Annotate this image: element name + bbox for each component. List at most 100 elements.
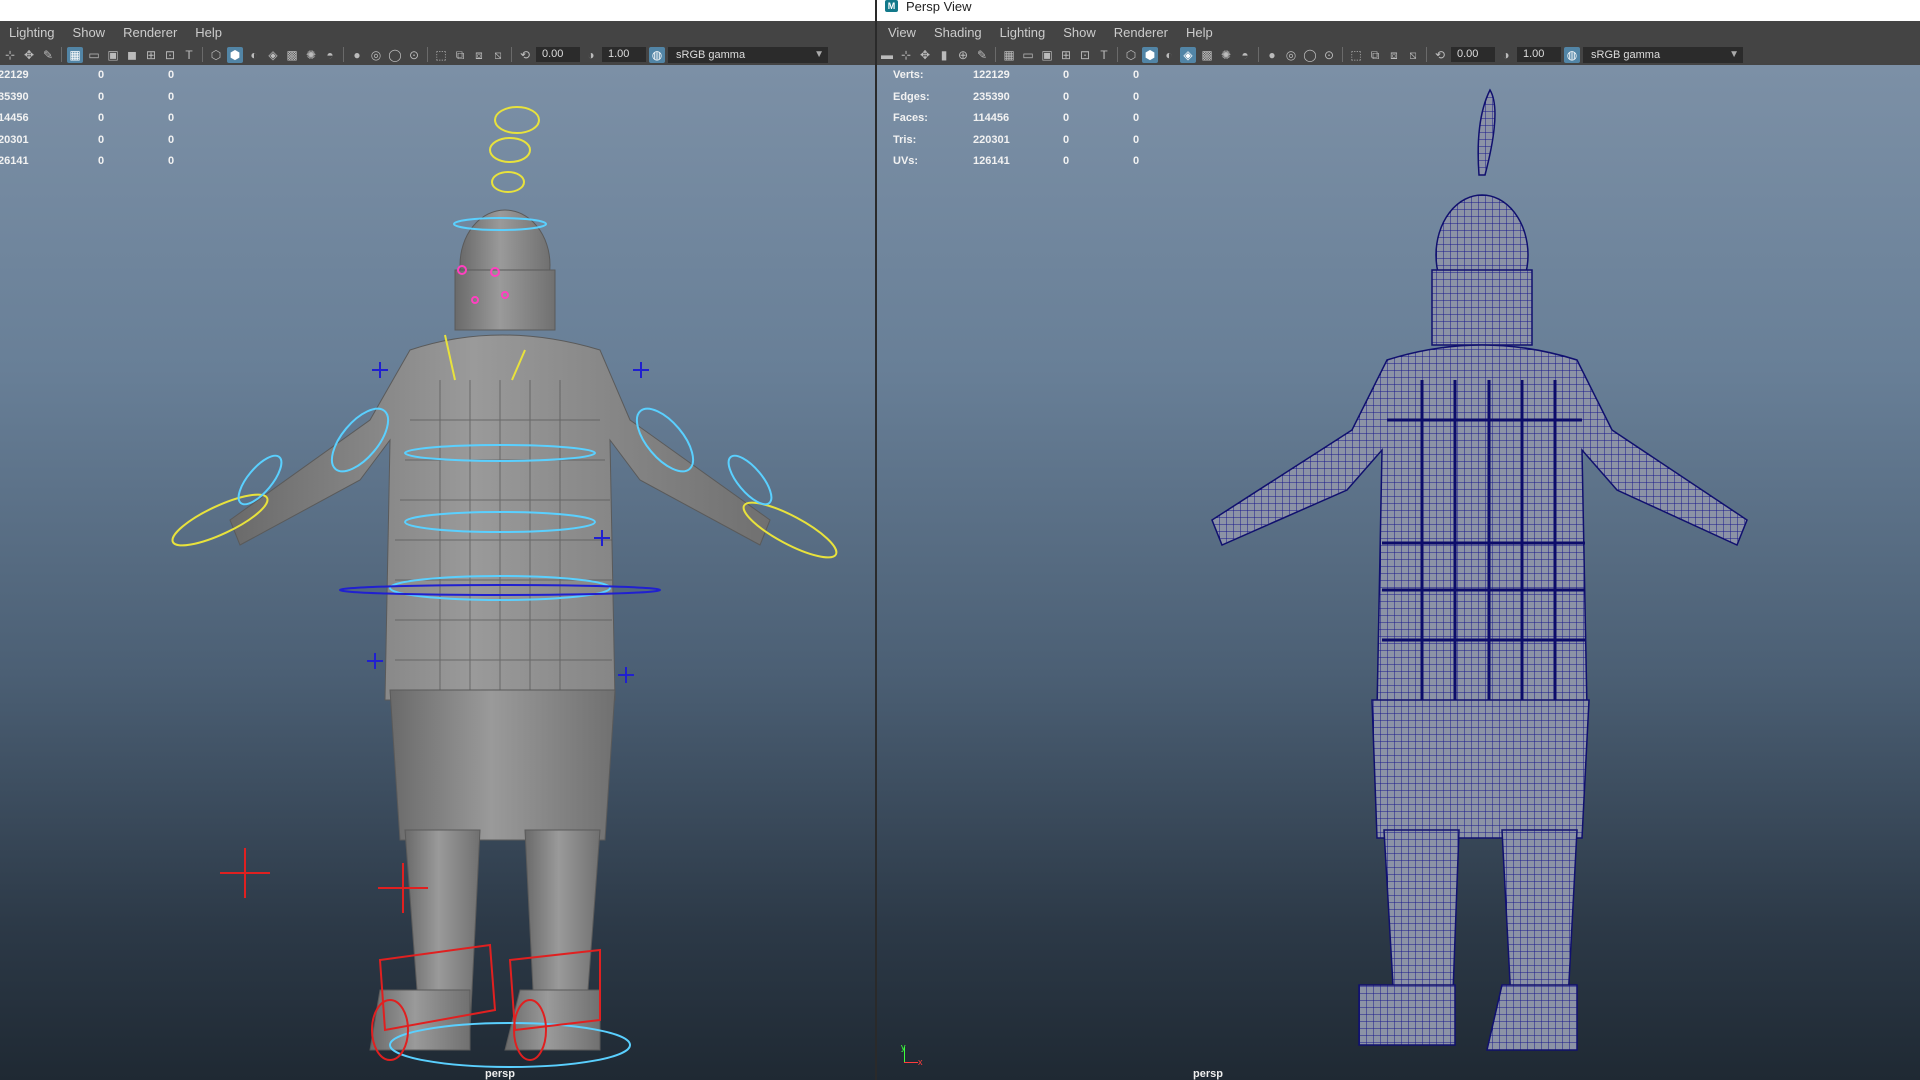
exposure-icon: ⟲ xyxy=(519,47,531,62)
color-management-dropdown[interactable]: sRGB gamma ▼ xyxy=(668,46,828,63)
right-camera-label: persp xyxy=(1193,1068,1223,1080)
right-panel-titlebar: M Persp View xyxy=(877,0,1920,21)
motion-blur-icon[interactable]: ◎ xyxy=(368,47,384,63)
wireframe-on-shaded-icon[interactable]: ◈ xyxy=(1180,46,1196,63)
field-chart-icon[interactable]: ⊞ xyxy=(1058,47,1074,63)
xray-icon[interactable]: ⧉ xyxy=(1367,47,1383,63)
smooth-shade-icon[interactable]: ⬢ xyxy=(227,46,243,63)
menu-help[interactable]: Help xyxy=(1177,25,1222,40)
chevron-down-icon: ▼ xyxy=(1729,48,1739,60)
safe-action-icon[interactable]: ⊡ xyxy=(1077,47,1093,63)
textured-icon[interactable]: ▩ xyxy=(1199,47,1215,63)
grid-icon[interactable]: ▦ xyxy=(67,46,83,63)
resolution-gate-icon[interactable]: ▣ xyxy=(105,47,121,63)
gamma-icon: ◑ xyxy=(1502,47,1510,62)
wireframe-icon[interactable]: ⬡ xyxy=(208,47,224,63)
gamma-icon: ◑ xyxy=(587,47,595,62)
antialias-icon[interactable]: ◯ xyxy=(387,47,403,63)
toolbar-divider xyxy=(343,47,344,62)
select-camera-icon[interactable]: ✥ xyxy=(917,47,933,63)
shadows-icon[interactable]: ◓ xyxy=(322,47,338,63)
wireframe-icon[interactable]: ⬡ xyxy=(1123,47,1139,63)
antialias-icon[interactable]: ◯ xyxy=(1302,47,1318,63)
select-camera-icon[interactable]: ✥ xyxy=(21,47,37,63)
left-viewport-panel[interactable]: Lighting Show Renderer Help ⊹ ✥ ✎ ▦ ▭ ▣ … xyxy=(0,0,875,1080)
rigged-soldier-model[interactable] xyxy=(0,65,875,1080)
camera-attributes-icon[interactable]: ▬ xyxy=(879,47,895,63)
xray-components-icon[interactable]: ⧅ xyxy=(490,47,506,63)
y-axis-label: y xyxy=(901,1042,906,1052)
exposure-field[interactable]: 0.00 xyxy=(536,47,580,62)
menu-lighting[interactable]: Lighting xyxy=(0,25,64,40)
smooth-shade-icon[interactable]: ⬢ xyxy=(1142,46,1158,63)
toolbar-divider xyxy=(1258,47,1259,62)
exposure-icon: ⟲ xyxy=(1434,47,1446,62)
brush-icon[interactable]: ✎ xyxy=(974,47,990,63)
safe-action-icon[interactable]: ⊡ xyxy=(162,47,178,63)
isolate-select-icon[interactable]: ⬚ xyxy=(433,47,449,63)
textured-icon[interactable]: ▩ xyxy=(284,47,300,63)
resolution-gate-icon[interactable]: ▣ xyxy=(1039,47,1055,63)
menu-lighting[interactable]: Lighting xyxy=(991,25,1055,40)
color-management-dropdown[interactable]: sRGB gamma ▼ xyxy=(1583,46,1743,63)
xray-components-icon[interactable]: ⧅ xyxy=(1405,47,1421,63)
toolbar-divider xyxy=(427,47,428,62)
film-gate-icon[interactable]: ▭ xyxy=(1020,47,1036,63)
ambient-occlusion-icon[interactable]: ● xyxy=(1264,47,1280,63)
shade-default-icon[interactable]: ◐ xyxy=(1161,47,1177,63)
ambient-occlusion-icon[interactable]: ● xyxy=(349,47,365,63)
xray-joints-icon[interactable]: ⧈ xyxy=(1386,47,1402,63)
xray-joints-icon[interactable]: ⧈ xyxy=(471,47,487,63)
menu-renderer[interactable]: Renderer xyxy=(1105,25,1177,40)
snapshot-icon[interactable]: ⊕ xyxy=(955,47,971,63)
menu-show[interactable]: Show xyxy=(64,25,115,40)
camera-icon[interactable]: ⊹ xyxy=(898,47,914,63)
grid-icon[interactable]: ▦ xyxy=(1001,47,1017,63)
xray-icon[interactable]: ⧉ xyxy=(452,47,468,63)
x-axis-line xyxy=(904,1062,918,1063)
bookmark-icon[interactable]: ▮ xyxy=(936,47,952,63)
menu-view[interactable]: View xyxy=(879,25,925,40)
right-viewport-panel[interactable]: M Persp View View Shading Lighting Show … xyxy=(877,0,1920,1080)
wireframe-soldier-model[interactable] xyxy=(877,65,1920,1080)
toolbar-divider xyxy=(1117,47,1118,62)
lights-icon[interactable]: ✺ xyxy=(303,47,319,63)
isolate-select-icon[interactable]: ⬚ xyxy=(1348,47,1364,63)
film-gate-icon[interactable]: ▭ xyxy=(86,47,102,63)
depth-of-field-icon[interactable]: ⊙ xyxy=(406,47,422,63)
toolbar-divider xyxy=(1426,47,1427,62)
left-panel-menubar: Lighting Show Renderer Help xyxy=(0,21,875,44)
camera-attributes-icon[interactable]: ⊹ xyxy=(2,47,18,63)
right-viewport[interactable]: Verts: 122129 0 0 Edges: 235390 0 0 Faces: 1144… xyxy=(877,65,1920,1080)
menu-shading[interactable]: Shading xyxy=(925,25,991,40)
menu-help[interactable]: Help xyxy=(186,25,231,40)
gate-mask-icon[interactable]: ◼ xyxy=(124,47,140,63)
menu-renderer[interactable]: Renderer xyxy=(114,25,186,40)
field-chart-icon[interactable]: ⊞ xyxy=(143,47,159,63)
right-panel-menubar: View Shading Lighting Show Renderer Help xyxy=(877,21,1920,44)
safe-title-icon[interactable]: T xyxy=(1096,47,1112,63)
shade-default-icon[interactable]: ◐ xyxy=(246,47,262,63)
safe-title-icon[interactable]: T xyxy=(181,47,197,63)
brush-icon[interactable]: ✎ xyxy=(40,47,56,63)
depth-of-field-icon[interactable]: ⊙ xyxy=(1321,47,1337,63)
toolbar-divider xyxy=(511,47,512,62)
soldier-mesh-wireframe xyxy=(1211,88,1748,1051)
toolbar-divider xyxy=(995,47,996,62)
color-management-icon[interactable]: ◍ xyxy=(649,46,665,63)
left-panel-toolbar: ⊹ ✥ ✎ ▦ ▭ ▣ ◼ ⊞ ⊡ T ⬡ ⬢ ◐ ◈ ▩ ✺ ◓ ● ◎ ◯ … xyxy=(0,44,875,65)
wireframe-on-shaded-icon[interactable]: ◈ xyxy=(265,47,281,63)
maya-workspace: Lighting Show Renderer Help ⊹ ✥ ✎ ▦ ▭ ▣ … xyxy=(0,0,1920,1080)
lights-icon[interactable]: ✺ xyxy=(1218,47,1234,63)
shadows-icon[interactable]: ◓ xyxy=(1237,47,1253,63)
toolbar-divider xyxy=(61,47,62,62)
gamma-field[interactable]: 1.00 xyxy=(602,47,646,62)
menu-show[interactable]: Show xyxy=(1054,25,1105,40)
color-management-icon[interactable]: ◍ xyxy=(1564,46,1580,63)
left-viewport[interactable]: 22129 0 0 35390 0 0 14456 0 0 20301 0 0 26141 0 0 xyxy=(0,65,875,1080)
view-axis-indicator: y x xyxy=(901,1042,924,1067)
motion-blur-icon[interactable]: ◎ xyxy=(1283,47,1299,63)
gamma-field[interactable]: 1.00 xyxy=(1517,47,1561,62)
exposure-field[interactable]: 0.00 xyxy=(1451,47,1495,62)
maya-logo-icon: M xyxy=(885,0,898,12)
